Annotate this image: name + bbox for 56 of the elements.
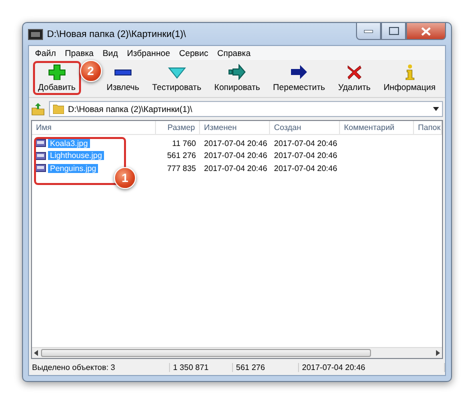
minimize-icon [364, 30, 373, 32]
column-header[interactable]: Имя [32, 121, 156, 134]
close-icon [421, 26, 431, 36]
column-header[interactable]: Создан [270, 121, 340, 134]
maximize-button[interactable] [381, 23, 406, 40]
menu-item[interactable]: Справка [217, 48, 251, 58]
table-cell-text: 2017-07-04 20:46 [273, 164, 338, 173]
table-cell-text: 2017-07-04 20:46 [273, 138, 338, 148]
scroll-left-icon[interactable] [34, 350, 38, 356]
app-icon [28, 28, 43, 40]
column-header[interactable]: Комментарий [340, 121, 414, 134]
column-header[interactable]: Размер [156, 121, 200, 134]
table-cell-text: 561 276 [166, 151, 197, 160]
folder-icon [53, 104, 64, 114]
scroll-right-icon[interactable] [436, 350, 440, 356]
address-field[interactable]: D:\Новая папка (2)\Картинки(1)\ [49, 101, 443, 117]
toolbar-button[interactable]: Информация [378, 61, 441, 95]
column-header[interactable]: Изменен [200, 121, 270, 134]
column-header[interactable]: Папок [414, 121, 442, 134]
image-file-icon [35, 139, 46, 148]
menu-item[interactable]: Сервис [179, 48, 208, 58]
table-cell-text: 2017-07-04 20:46 [273, 151, 338, 160]
callout-badge: 2 [80, 60, 102, 82]
status-text: 1 350 871 [170, 362, 233, 372]
horizontal-scrollbar[interactable] [32, 347, 442, 358]
toolbar-button[interactable]: Переместить [268, 61, 330, 95]
menu-item[interactable]: Правка [64, 48, 94, 58]
status-text: 561 276 [233, 362, 299, 372]
menu-item[interactable]: Файл [35, 48, 56, 58]
toolbar-button[interactable]: Удалить [333, 61, 376, 95]
table-cell-text: 2017-07-04 20:46 [203, 164, 268, 173]
toolbar-button[interactable]: Извлечь [102, 61, 144, 95]
dropdown-arrow-icon [433, 107, 439, 111]
cross-icon [345, 64, 364, 80]
plus-icon [48, 64, 66, 80]
window-title: D:\Новая папка (2)\Картинки(1)\ [47, 28, 187, 40]
folder-up-icon[interactable] [31, 102, 45, 116]
toolbar-button[interactable]: Тестировать [147, 61, 206, 95]
close-button[interactable] [406, 23, 446, 40]
table-cell-text: 777 835 [166, 164, 197, 173]
table-cell-text: 11 760 [171, 138, 197, 148]
table-cell-text: 2017-07-04 20:46 [203, 138, 268, 148]
image-file-icon [35, 152, 46, 160]
arrow-right-icon [228, 64, 246, 80]
status-text: Выделено объектов: 3 [29, 362, 170, 372]
image-file-icon [35, 164, 46, 172]
menu-item[interactable]: Избранное [127, 48, 170, 58]
status-text: 2017-07-04 20:46 [299, 362, 445, 372]
table-cell-text: 2017-07-04 20:46 [203, 151, 268, 160]
toolbar-button[interactable]: Добавить [33, 61, 81, 95]
menu-item[interactable]: Вид [102, 48, 118, 58]
toolbar-button[interactable]: Копировать [209, 61, 266, 95]
arrow-right-icon [290, 64, 308, 80]
maximize-icon [388, 27, 398, 35]
callout-badge: 1 [114, 167, 136, 189]
minimize-button[interactable] [356, 23, 381, 40]
